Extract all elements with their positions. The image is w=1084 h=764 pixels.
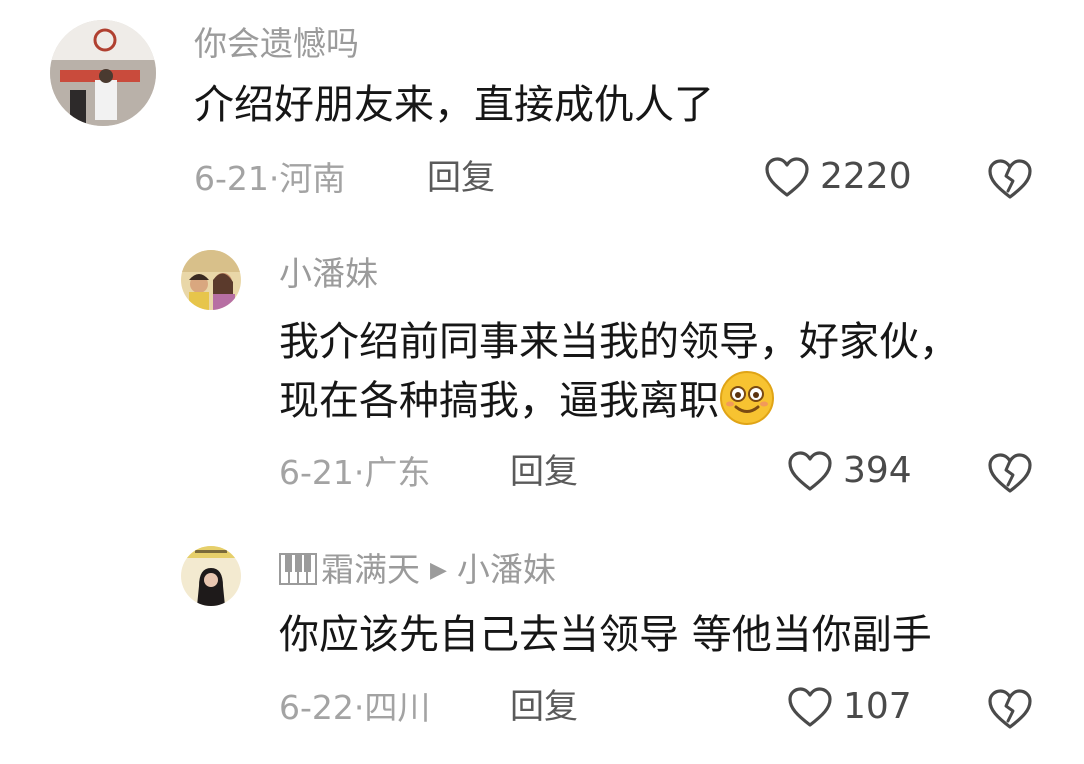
like-button[interactable]: 394: [787, 450, 912, 492]
avatar[interactable]: [50, 20, 156, 126]
like-count: 394: [843, 450, 912, 491]
avatar[interactable]: [181, 546, 241, 606]
broken-heart-icon[interactable]: [987, 452, 1033, 494]
heart-outline-icon: [765, 157, 809, 197]
like-button[interactable]: 2220: [764, 156, 912, 198]
smiling-face-emoji: [720, 371, 774, 425]
date-location: 6-21·广东: [279, 453, 431, 492]
date-location: 6-22·四川: [279, 688, 431, 727]
username-row: 霜满天 ▶ 小潘妹: [279, 553, 556, 586]
avatar[interactable]: [181, 250, 241, 310]
like-count: 107: [843, 686, 912, 727]
like-count: 2220: [820, 156, 912, 197]
username[interactable]: 小潘妹: [279, 257, 378, 290]
comment-text: 我介绍前同事来当我的领导，好家伙，现在各种搞我，逼我离职: [279, 314, 979, 429]
username[interactable]: 你会遗憾吗: [194, 27, 359, 60]
heart-outline-icon: [788, 451, 832, 491]
comment-text: 你应该先自己去当领导 等他当你副手: [279, 612, 932, 658]
reply-button[interactable]: 回复: [510, 455, 578, 489]
heart-outline-icon: [788, 687, 832, 727]
piano-keys-icon: [279, 553, 317, 585]
comment-text-body: 我介绍前同事来当我的领导，好家伙，现在各种搞我，逼我离职: [279, 319, 959, 424]
broken-heart-icon[interactable]: [987, 158, 1033, 200]
date-location: 6-21·河南: [194, 159, 346, 198]
triangle-right-icon: ▶: [430, 558, 447, 583]
comment-text: 介绍好朋友来，直接成仇人了: [194, 82, 714, 128]
username[interactable]: 霜满天: [321, 550, 420, 589]
like-button[interactable]: 107: [787, 686, 912, 728]
reply-to-username[interactable]: 小潘妹: [457, 550, 556, 589]
broken-heart-icon[interactable]: [987, 688, 1033, 730]
reply-button[interactable]: 回复: [510, 690, 578, 724]
reply-button[interactable]: 回复: [427, 161, 495, 195]
